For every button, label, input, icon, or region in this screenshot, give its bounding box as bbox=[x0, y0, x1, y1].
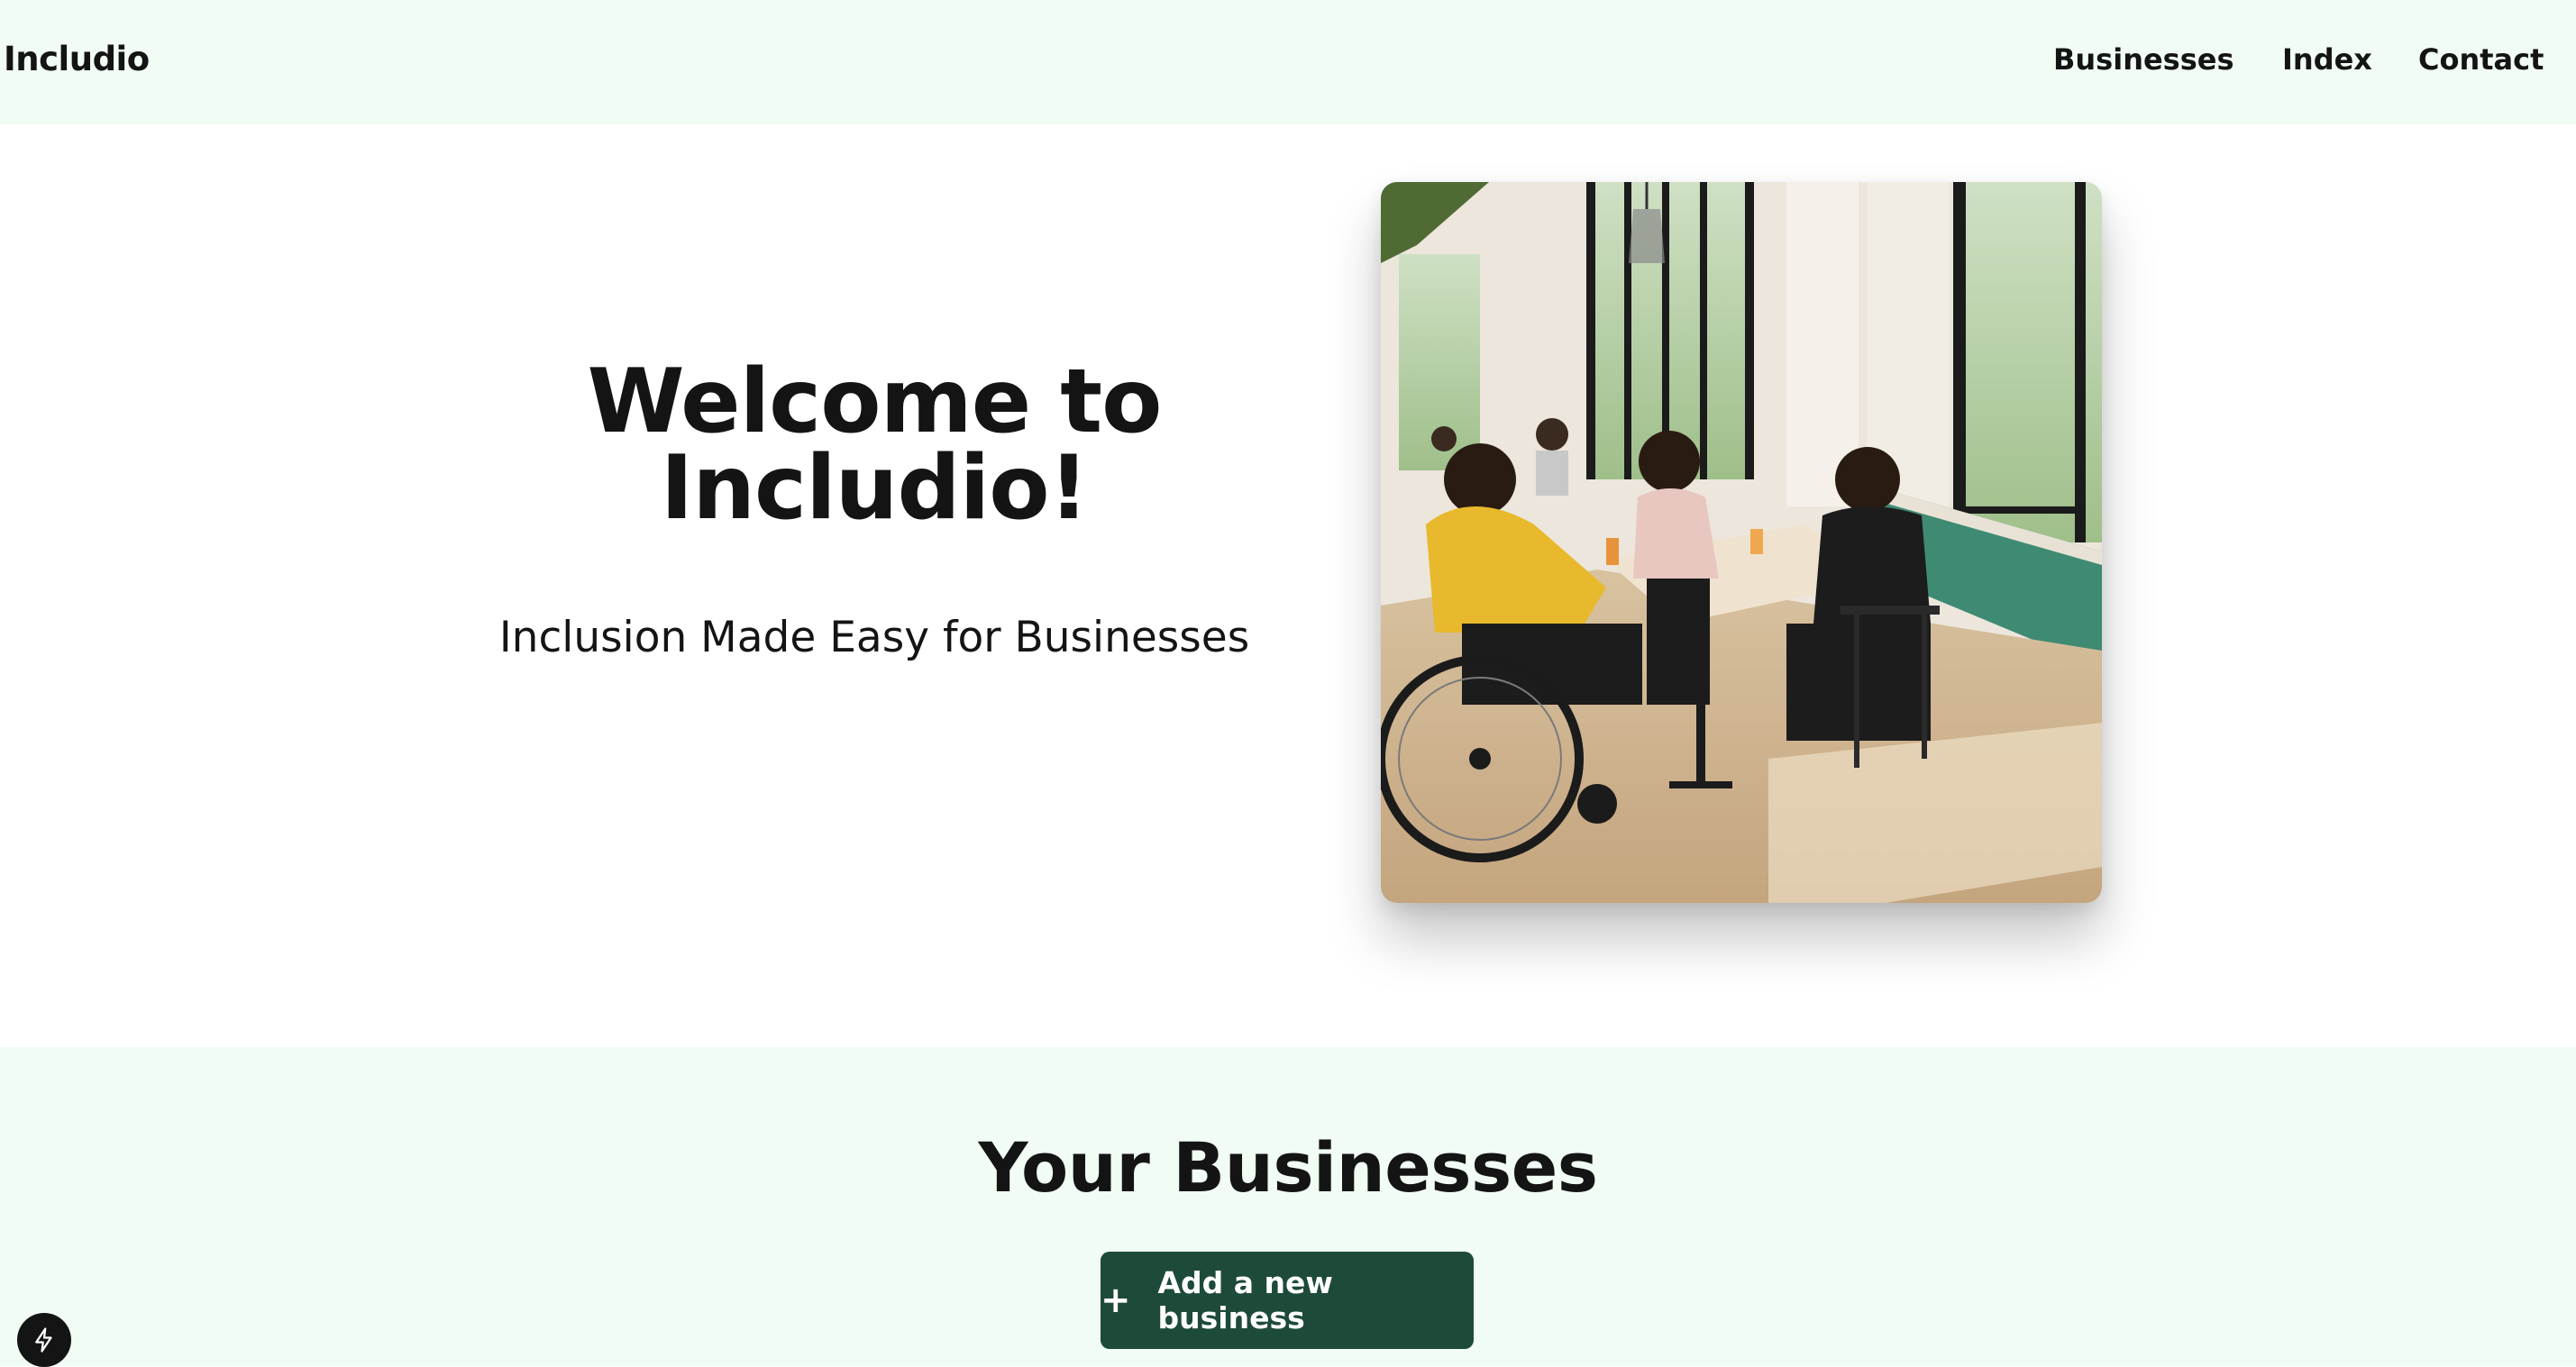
nav-link-businesses[interactable]: Businesses bbox=[2053, 38, 2234, 81]
nav-link-index[interactable]: Index bbox=[2282, 38, 2372, 81]
top-navigation-bar: Includio Businesses Index Contact bbox=[0, 0, 2576, 124]
add-business-button[interactable]: + Add a new business bbox=[1101, 1252, 1474, 1349]
hero-image bbox=[1381, 182, 2102, 903]
hero-title: Welcome to Includio! bbox=[469, 358, 1280, 533]
businesses-section-title: Your Businesses bbox=[978, 1127, 1598, 1208]
nav-link-contact[interactable]: Contact bbox=[2418, 38, 2544, 81]
plus-icon: + bbox=[1101, 1280, 1131, 1321]
hero-subtitle: Inclusion Made Easy for Businesses bbox=[498, 613, 1250, 662]
lightning-icon bbox=[35, 1327, 52, 1353]
dev-tools-badge[interactable] bbox=[17, 1313, 71, 1367]
hero-title-line-2: Includio! bbox=[660, 437, 1089, 540]
cafe-scene-illustration bbox=[1381, 182, 2102, 903]
add-business-button-label: Add a new business bbox=[1157, 1265, 1333, 1335]
brand-logo[interactable]: Includio bbox=[4, 38, 150, 81]
